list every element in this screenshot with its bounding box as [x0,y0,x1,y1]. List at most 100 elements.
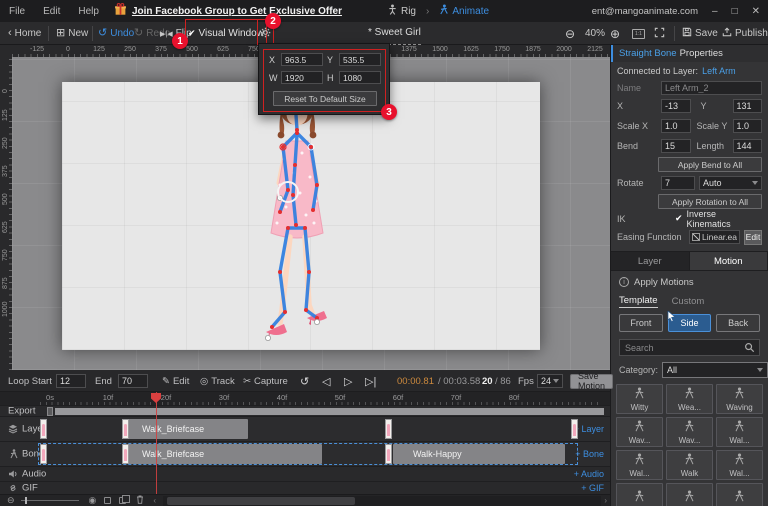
motion-subtabs: Template Custom [611,293,768,309]
timeline-ruler[interactable]: 0s 10f 20f 30f 40f 50f 60f 70f 80f [0,392,610,405]
rotate-input[interactable] [661,176,695,190]
scale-y-input[interactable] [732,119,762,133]
keyframe-thumbnail[interactable] [385,419,392,439]
front-button[interactable]: Front [619,314,663,332]
motion-item[interactable]: Waving [716,384,763,414]
bone-y-input[interactable] [732,99,762,113]
zoom-in-button[interactable]: ⊕ [610,22,620,45]
paste-icon[interactable] [119,495,131,504]
bone-name-input[interactable] [661,80,762,95]
reset-default-size-button[interactable]: Reset To Default Size [273,91,377,106]
add-layer-button[interactable]: + Layer [574,424,604,434]
export-range-bar[interactable] [55,408,604,415]
time-current: 00:00.81 [397,375,434,387]
keyframe-thumbnail[interactable] [571,419,578,439]
rotate-mode-dropdown[interactable]: Auto [699,176,762,190]
scroll-left-icon[interactable]: ‹ [150,496,159,505]
motion-item[interactable]: Wav... [616,417,663,447]
subtab-custom[interactable]: Custom [672,296,705,307]
apply-bend-to-all-button[interactable]: Apply Bend to All [658,157,762,172]
mode-animate[interactable]: Animate [452,6,489,17]
timeline-zoom-out-icon[interactable]: ⊖ [7,496,15,505]
add-gif-button[interactable]: + GIF [581,483,604,493]
keyframe-thumbnail[interactable] [40,419,47,439]
popup-h-input[interactable] [339,71,381,84]
motion-item[interactable] [666,483,713,506]
menu-edit[interactable]: Edit [34,6,69,17]
copy-icon[interactable] [104,497,112,504]
character-with-bones[interactable] [250,85,360,353]
apply-rotation-to-all-button[interactable]: Apply Rotation to All [658,194,762,209]
actual-size-button[interactable]: 1:1 [632,22,645,45]
new-button[interactable]: ⊞ New [56,22,88,45]
edit-button[interactable]: ✎ Edit [162,370,189,392]
save-motion-button[interactable]: Save Motion [570,371,614,391]
motion-item[interactable]: Wal... [716,417,763,447]
motion-item[interactable] [616,483,663,506]
minimize-button[interactable]: – [712,6,718,17]
motion-item[interactable]: Witty [616,384,663,414]
mode-rig[interactable]: Rig [401,6,416,17]
capture-button[interactable]: ✂ Capture [243,370,288,392]
maximize-button[interactable]: □ [732,6,738,17]
motion-item[interactable]: Wea... [666,384,713,414]
add-bone-button[interactable]: + Bone [575,449,604,459]
scale-x-input[interactable] [661,119,691,133]
scroll-right-icon[interactable]: › [601,496,610,505]
timeline-scrollbar[interactable] [163,495,602,506]
motion-item[interactable] [716,483,763,506]
easing-function-value[interactable]: Linear.ea [689,230,740,244]
fullscreen-button[interactable] [654,22,665,45]
loop-playback-button[interactable]: ↺ [300,370,309,392]
back-button[interactable]: Back [716,314,761,332]
connected-layer-link[interactable]: Left Arm [702,66,736,76]
side-button[interactable]: Side [667,310,712,332]
publish-button[interactable]: Publish [722,22,768,45]
previous-frame-button[interactable]: ◁ [322,370,330,392]
facebook-offer-link[interactable]: Join Facebook Group to Get Exclusive Off… [132,6,342,17]
subtab-template[interactable]: Template [619,295,658,308]
zoom-level[interactable]: 40% [585,22,605,45]
close-button[interactable]: ✕ [752,6,760,17]
save-button[interactable]: Save [682,22,718,45]
menu-file[interactable]: File [0,6,34,17]
account-email[interactable]: ent@mangoanimate.com [592,6,698,17]
loop-start-input[interactable] [56,374,86,388]
keyframe-thumbnail[interactable] [122,419,129,439]
category-dropdown[interactable]: All [662,362,768,378]
loop-end-input[interactable] [118,374,148,388]
undo-button[interactable]: ↺ Undo [98,22,134,45]
motion-item[interactable]: Wal... [716,450,763,480]
motion-item[interactable]: Wav... [666,417,713,447]
easing-edit-button[interactable]: Edit [743,229,762,245]
keyframe-record-icon[interactable]: ◉ [89,496,97,505]
bone-x-input[interactable] [661,99,691,113]
layer-clip-walk-briefcase[interactable]: Walk_Briefcase [122,419,248,439]
next-frame-button[interactable]: ▷| [365,370,376,392]
home-button[interactable]: ‹ Home [8,22,41,45]
timeline-zoom-slider[interactable] [20,497,79,504]
popup-y-input[interactable] [339,53,381,66]
play-button[interactable]: ▷ [344,370,352,392]
bend-input[interactable] [661,139,691,153]
zoom-out-button[interactable]: ⊖ [565,22,575,45]
tab-layer[interactable]: Layer [611,252,690,270]
delete-icon[interactable] [136,495,144,506]
document-tab[interactable]: * Sweet Girl [368,22,421,45]
tab-motion[interactable]: Motion [689,252,768,270]
track-button[interactable]: ◎ Track [200,370,235,392]
fps-dropdown[interactable]: 24 [537,374,563,388]
visual-window-toggle[interactable]: ✔ Visual Window [185,19,267,48]
add-audio-button[interactable]: + Audio [574,469,604,479]
motion-item[interactable]: Walk [666,450,713,480]
scrollbar-thumb[interactable] [167,496,356,505]
length-input[interactable] [732,139,762,153]
motion-item[interactable]: Wal... [616,450,663,480]
menu-help[interactable]: Help [69,6,108,17]
slider-handle[interactable] [24,497,27,504]
export-range-handle[interactable] [47,407,53,416]
popup-x-input[interactable] [281,53,323,66]
search-input[interactable] [619,339,760,356]
popup-w-input[interactable] [281,71,323,84]
ik-checkbox[interactable]: ✔ [675,213,683,224]
